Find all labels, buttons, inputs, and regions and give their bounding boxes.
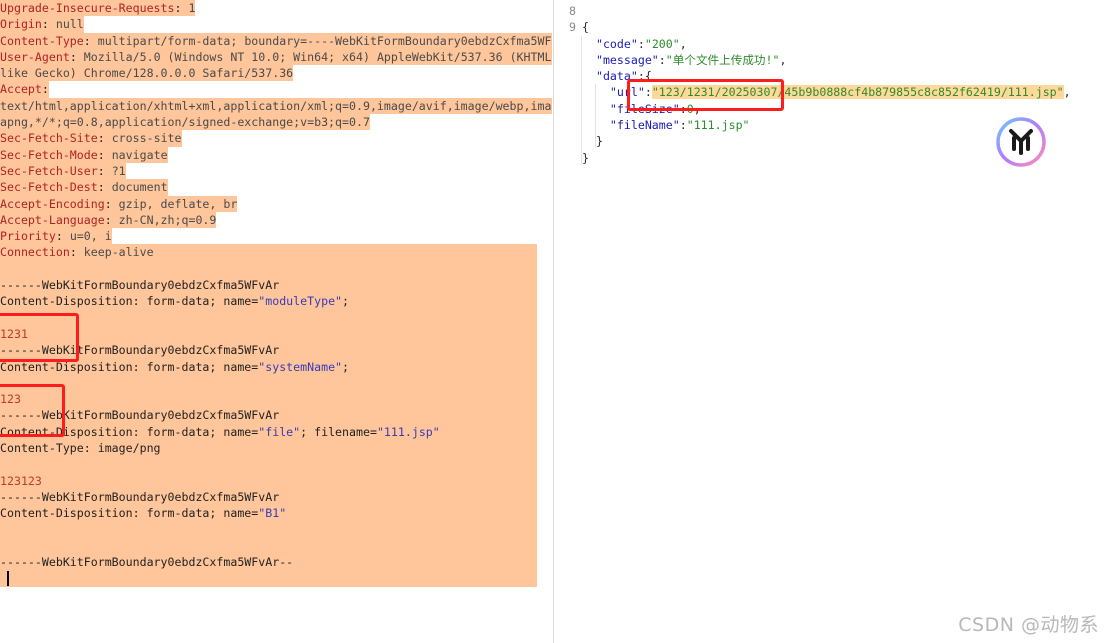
header-value: u=0, i: [69, 229, 112, 244]
json-data: "data":{: [595, 69, 652, 84]
json-value: "单个文件上传成功!": [665, 52, 780, 67]
indent-guide: [581, 36, 582, 164]
header-key: User-Agent: [0, 49, 70, 64]
json-value: "111.jsp": [686, 118, 750, 133]
multipart-boundary: ------WebKitFormBoundary0ebdzCxfma5WFvAr: [0, 407, 537, 424]
multipart-boundary-end: ------WebKitFormBoundary0ebdzCxfma5WFvAr…: [0, 554, 537, 571]
header-key: Origin: [0, 17, 42, 32]
blank-line: [0, 521, 537, 538]
request-header-line: apng,*/*;q=0.8,application/signed-exchan…: [0, 114, 552, 131]
request-header-line: Sec-Fetch-User: ?1: [0, 162, 126, 180]
header-value: 1: [188, 1, 196, 15]
request-header-line: Upgrade-Insecure-Requests: 1: [0, 0, 196, 17]
header-key: Upgrade-Insecure-Requests: [0, 1, 175, 15]
json-key: "data": [595, 69, 638, 84]
part-disposition-module: Content-Disposition: form-data; name="mo…: [0, 293, 537, 310]
app-logo-icon[interactable]: [995, 116, 1047, 168]
header-value: null: [55, 17, 84, 32]
request-header-line: Priority: u=0, i: [0, 228, 112, 245]
multipart-boundary: ------WebKitFormBoundary0ebdzCxfma5WFvAr: [0, 488, 537, 506]
json-value: 0: [686, 101, 694, 116]
request-header-line: Accept-Encoding: gzip, deflate, br: [0, 195, 238, 212]
part-file-content-type: Content-Type: image/png: [0, 440, 537, 457]
json-url-value: "123/1231/20250307/45b9b0888cf4b879855c8…: [651, 85, 1064, 100]
part-disposition-file: Content-Disposition: form-data; name="fi…: [0, 423, 537, 441]
json-key: "url": [609, 85, 645, 100]
blank-line: [0, 309, 537, 326]
json-line: 8: [556, 3, 1105, 19]
header-value: apng,*/*;q=0.8,application/signed-exchan…: [0, 115, 370, 130]
json-line: 9{: [556, 19, 1105, 35]
header-value: zh-CN,zh;q=0.9: [118, 212, 217, 227]
json-key: "code": [595, 36, 638, 51]
header-value: document: [111, 180, 168, 195]
header-key: Connection: [0, 245, 70, 260]
request-header-line: Content-Type: multipart/form-data; bound…: [0, 32, 552, 49]
header-key: Content-Type: [0, 33, 84, 48]
header-key: Sec-Fetch-Site: [0, 131, 98, 146]
indent-guide: [595, 84, 596, 148]
header-value: cross-site: [111, 131, 182, 146]
multipart-boundary: ------WebKitFormBoundary0ebdzCxfma5WFvAr: [0, 342, 537, 359]
header-key: Sec-Fetch-User: [0, 163, 98, 178]
part-value-file: 123123: [0, 472, 537, 489]
blank-line: [0, 260, 537, 278]
request-header-line: Accept-Language: zh-CN,zh;q=0.9: [0, 211, 217, 229]
header-value: multipart/form-data; boundary=----WebKit…: [97, 33, 552, 48]
request-editor[interactable]: Upgrade-Insecure-Requests: 1 Origin: nul…: [0, 0, 552, 587]
text-cursor-line[interactable]: [0, 570, 537, 587]
json-value: "200": [644, 36, 680, 51]
header-value: gzip, deflate, br: [118, 196, 238, 211]
json-url: "url":"123/1231/20250307/45b9b0888cf4b87…: [609, 85, 1071, 100]
request-header-line: like Gecko) Chrome/128.0.0.0 Safari/537.…: [0, 65, 552, 82]
request-header-line: User-Agent: Mozilla/5.0 (Windows NT 10.0…: [0, 48, 552, 66]
blank-line: [0, 374, 537, 392]
line-number: 9: [569, 20, 576, 35]
header-key: Priority: [0, 229, 56, 244]
request-pane[interactable]: Upgrade-Insecure-Requests: 1 Origin: nul…: [0, 0, 552, 643]
part-disposition-b1: Content-Disposition: form-data; name="B1…: [0, 505, 537, 522]
line-number: 8: [569, 4, 576, 18]
request-header-line: Sec-Fetch-Site: cross-site: [0, 130, 182, 147]
request-header-line: Origin: null: [0, 16, 84, 33]
request-header-line: Sec-Fetch-Mode: navigate: [0, 146, 168, 163]
request-header-line: Sec-Fetch-Dest: document: [0, 179, 168, 196]
watermark: CSDN @动物系: [958, 614, 1099, 636]
text-cursor: [7, 571, 9, 587]
json-key: "fileSize": [609, 101, 680, 116]
blank-line: [0, 456, 537, 473]
header-value: text/html,application/xhtml+xml,applicat…: [0, 98, 552, 113]
header-value: like Gecko) Chrome/128.0.0.0 Safari/537.…: [0, 66, 294, 81]
json-message: "message":"单个文件上传成功!",: [595, 52, 787, 67]
json-code: "code":"200",: [595, 36, 687, 51]
part-disposition-system: Content-Disposition: form-data; name="sy…: [0, 358, 537, 375]
header-key: Sec-Fetch-Mode: [0, 147, 98, 162]
header-key: Accept-Language: [0, 212, 105, 227]
header-key: Accept-Encoding: [0, 196, 105, 211]
response-pane[interactable]: 8 9{ "code":"200", "message":"单个文件上传成功!"…: [556, 0, 1105, 643]
part-value-module: 1231: [0, 325, 537, 343]
request-header-line: text/html,application/xhtml+xml,applicat…: [0, 97, 552, 115]
header-key: Accept: [0, 82, 42, 97]
request-header-line: Accept:: [0, 81, 49, 98]
multipart-boundary: ------WebKitFormBoundary0ebdzCxfma5WFvAr: [0, 277, 537, 294]
part-value-system: 123: [0, 391, 537, 408]
json-filesize: "fileSize":0,: [609, 101, 701, 116]
json-key: "message": [595, 52, 659, 67]
header-value: Mozilla/5.0 (Windows NT 10.0; Win64; x64…: [83, 49, 552, 64]
pane-divider[interactable]: [553, 0, 554, 643]
header-value: keep-alive: [83, 245, 154, 260]
header-key: Sec-Fetch-Dest: [0, 180, 98, 195]
header-value: ?1: [111, 163, 126, 178]
request-header-line: Connection: keep-alive: [0, 244, 537, 261]
header-value: navigate: [111, 147, 168, 162]
blank-line: [0, 537, 537, 555]
json-key: "fileName": [609, 118, 680, 133]
